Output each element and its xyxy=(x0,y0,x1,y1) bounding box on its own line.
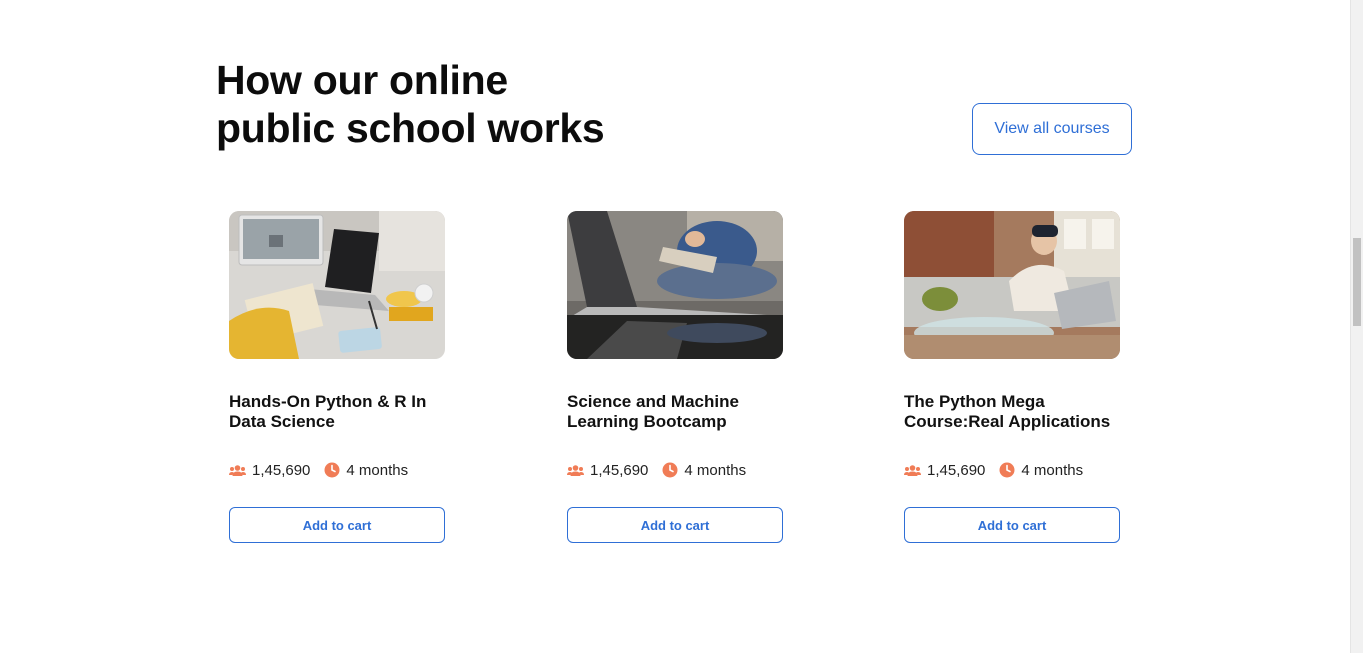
students-count: 1,45,690 xyxy=(252,461,311,479)
course-card: Hands-On Python & R In Data Science 1,45… xyxy=(229,211,445,543)
scrollbar-thumb[interactable] xyxy=(1353,238,1361,326)
clock-icon xyxy=(999,462,1015,478)
section-heading: How our online public school works xyxy=(216,56,605,152)
course-card: Science and Machine Learning Bootcamp 1,… xyxy=(567,211,783,543)
course-duration: 4 months xyxy=(346,461,409,479)
page: How our online public school works View … xyxy=(0,0,1363,653)
view-all-courses-button[interactable]: View all courses xyxy=(972,103,1132,155)
vertical-scrollbar[interactable] xyxy=(1350,0,1363,653)
course-title[interactable]: The Python Mega Course:Real Applications xyxy=(904,392,1120,452)
course-card: The Python Mega Course:Real Applications… xyxy=(904,211,1120,543)
clock-icon xyxy=(662,462,678,478)
course-thumbnail[interactable] xyxy=(904,211,1120,359)
section-heading-line-1: How our online xyxy=(216,57,508,103)
add-to-cart-button[interactable]: Add to cart xyxy=(567,507,783,543)
course-image xyxy=(567,211,783,359)
course-meta: 1,45,690 4 months xyxy=(229,460,445,480)
students-count: 1,45,690 xyxy=(590,461,649,479)
course-meta: 1,45,690 4 months xyxy=(904,460,1120,480)
course-image xyxy=(904,211,1120,359)
users-icon xyxy=(904,464,921,477)
course-thumbnail[interactable] xyxy=(229,211,445,359)
course-meta: 1,45,690 4 months xyxy=(567,460,783,480)
course-duration: 4 months xyxy=(684,461,747,479)
course-image xyxy=(229,211,445,359)
users-icon xyxy=(567,464,584,477)
clock-icon xyxy=(324,462,340,478)
course-duration: 4 months xyxy=(1021,461,1084,479)
add-to-cart-button[interactable]: Add to cart xyxy=(904,507,1120,543)
add-to-cart-button[interactable]: Add to cart xyxy=(229,507,445,543)
users-icon xyxy=(229,464,246,477)
students-count: 1,45,690 xyxy=(927,461,986,479)
course-thumbnail[interactable] xyxy=(567,211,783,359)
course-title[interactable]: Hands-On Python & R In Data Science xyxy=(229,392,445,452)
course-title[interactable]: Science and Machine Learning Bootcamp xyxy=(567,392,783,452)
section-heading-line-2: public school works xyxy=(216,105,605,151)
